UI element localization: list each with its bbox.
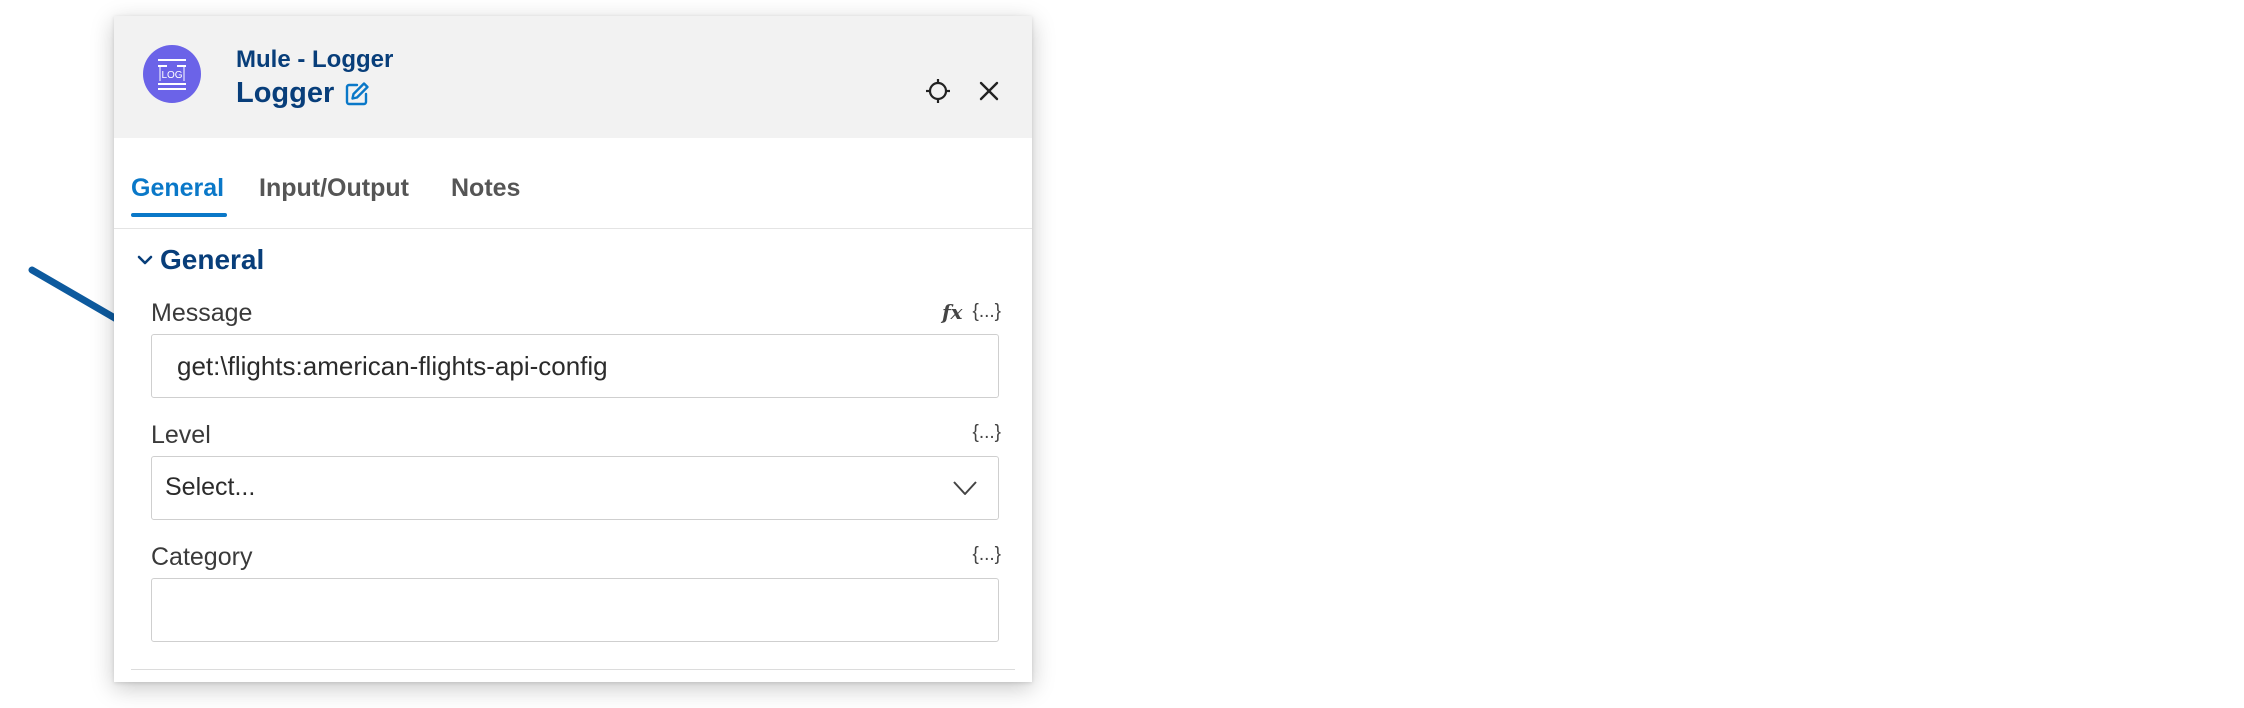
- general-section-toggle[interactable]: General: [136, 244, 264, 276]
- panel-header: LOG Mule - Logger Logger: [114, 16, 1032, 138]
- category-expression-icons: {...}: [972, 544, 1001, 566]
- chevron-down-icon: [953, 481, 977, 495]
- chevron-down-icon: [137, 255, 153, 265]
- divider: [131, 669, 1015, 670]
- tab-notes[interactable]: Notes: [451, 174, 520, 203]
- locate-icon[interactable]: [921, 74, 955, 108]
- edit-title-icon[interactable]: [344, 81, 370, 107]
- category-input[interactable]: [152, 579, 998, 641]
- category-field[interactable]: [151, 578, 999, 642]
- level-select[interactable]: Select...: [151, 456, 999, 520]
- braces-icon[interactable]: {...}: [972, 544, 1001, 566]
- tab-bar: General Input/Output Notes: [114, 138, 1032, 229]
- section-title: General: [160, 244, 265, 275]
- tab-input-output[interactable]: Input/Output: [259, 174, 409, 203]
- tab-general[interactable]: General: [131, 174, 224, 203]
- message-expression-icons: fx {...}: [942, 300, 1001, 324]
- braces-icon[interactable]: {...}: [972, 301, 1001, 323]
- component-title-row: Logger: [236, 77, 370, 110]
- level-label: Level: [151, 421, 211, 449]
- screenshot-stage: LOG Mule - Logger Logger General Input/O…: [0, 0, 2244, 708]
- close-icon[interactable]: [972, 74, 1006, 108]
- category-label: Category: [151, 543, 253, 571]
- message-label: Message: [151, 299, 253, 327]
- level-select-value: Select...: [165, 473, 256, 501]
- fx-icon[interactable]: fx: [942, 300, 963, 324]
- braces-icon[interactable]: {...}: [972, 422, 1001, 444]
- level-expression-icons: {...}: [972, 422, 1001, 444]
- active-tab-indicator: [131, 213, 227, 217]
- log-icon: LOG: [143, 45, 201, 103]
- message-input[interactable]: [152, 335, 998, 397]
- component-type-label: Mule - Logger: [236, 46, 394, 73]
- svg-text:LOG: LOG: [161, 70, 182, 81]
- message-field[interactable]: [151, 334, 999, 398]
- component-title: Logger: [236, 77, 335, 109]
- logger-properties-panel: LOG Mule - Logger Logger General Input/O…: [114, 16, 1032, 682]
